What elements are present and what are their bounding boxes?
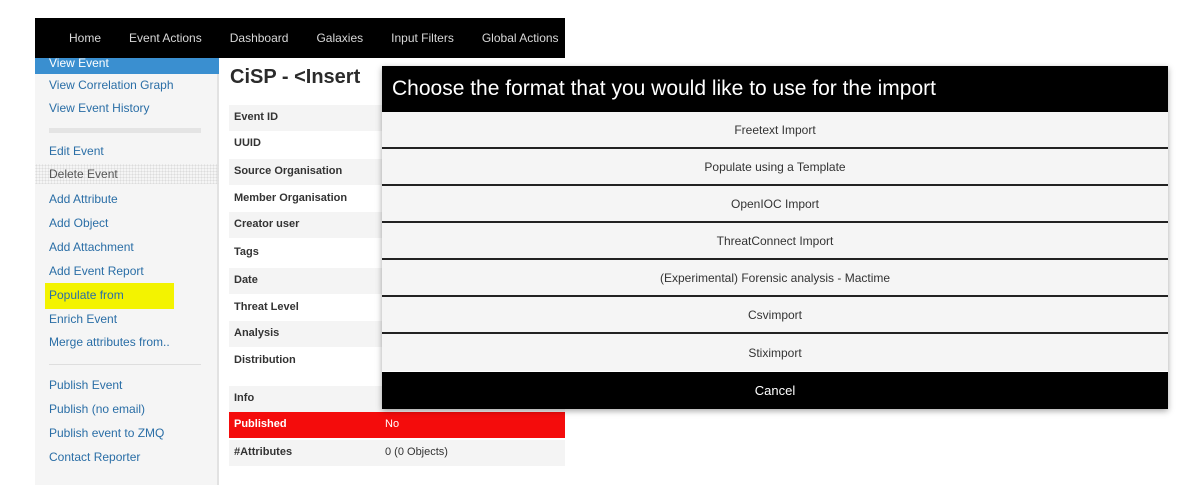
- detail-key: Published: [234, 418, 287, 430]
- detail-key: Distribution: [234, 354, 296, 366]
- option-csvimport[interactable]: Csvimport: [382, 297, 1168, 334]
- nav-home[interactable]: Home: [69, 31, 101, 45]
- option-freetext-import[interactable]: Freetext Import: [382, 112, 1168, 149]
- detail-value: 0 (0 Objects): [385, 446, 448, 458]
- top-navigation-bar: Home Event Actions Dashboard Galaxies In…: [35, 18, 565, 58]
- modal-title: Choose the format that you would like to…: [392, 77, 936, 100]
- sidebar-item-view-event[interactable]: View Event: [35, 56, 219, 74]
- nav-galaxies[interactable]: Galaxies: [316, 31, 363, 45]
- nav-dashboard[interactable]: Dashboard: [230, 31, 289, 45]
- import-format-modal: Choose the format that you would like to…: [382, 66, 1168, 409]
- sidebar-divider: [49, 128, 201, 133]
- detail-key: Creator user: [234, 218, 300, 230]
- sidebar-item-view-correlation-graph[interactable]: View Correlation Graph: [49, 78, 174, 92]
- detail-key: Source Organisation: [234, 165, 343, 177]
- sidebar-item-view-event-history[interactable]: View Event History: [49, 101, 149, 115]
- detail-key: Date: [234, 274, 258, 286]
- sidebar-item-add-event-report[interactable]: Add Event Report: [49, 264, 144, 278]
- nav-input-filters[interactable]: Input Filters: [391, 31, 454, 45]
- detail-row-attributes: #Attributes 0 (0 Objects): [229, 440, 565, 466]
- option-threatconnect-import[interactable]: ThreatConnect Import: [382, 223, 1168, 260]
- sidebar-item-label: View Event: [49, 56, 109, 70]
- sidebar-item-add-attribute[interactable]: Add Attribute: [49, 192, 118, 206]
- detail-key: Member Organisation: [234, 192, 348, 204]
- sidebar-item-delete-event[interactable]: Delete Event: [49, 167, 118, 181]
- sidebar-item-add-attachment[interactable]: Add Attachment: [49, 240, 134, 254]
- detail-row-published: Published No: [229, 412, 565, 438]
- nav-event-actions[interactable]: Event Actions: [129, 31, 202, 45]
- sidebar-item-populate-from[interactable]: Populate from: [49, 288, 124, 302]
- modal-header: Choose the format that you would like to…: [382, 66, 1168, 112]
- nav-global-actions[interactable]: Global Actions: [482, 31, 559, 45]
- sidebar-item-enrich-event[interactable]: Enrich Event: [49, 312, 117, 326]
- sidebar-item-edit-event[interactable]: Edit Event: [49, 144, 104, 158]
- option-forensic-mactime[interactable]: (Experimental) Forensic analysis - Macti…: [382, 260, 1168, 297]
- sidebar-item-add-object[interactable]: Add Object: [49, 216, 108, 230]
- detail-key: Info: [234, 392, 255, 404]
- detail-key: Analysis: [234, 327, 280, 339]
- sidebar-item-publish-event[interactable]: Publish Event: [49, 378, 122, 392]
- page-title: CiSP - <Insert: [230, 66, 361, 88]
- detail-key: Tags: [234, 246, 259, 258]
- cancel-button[interactable]: Cancel: [382, 372, 1168, 409]
- sidebar-item-publish-no-email[interactable]: Publish (no email): [49, 402, 145, 416]
- event-sidebar: View Event View Correlation Graph View E…: [35, 56, 219, 485]
- sidebar-item-publish-zmq[interactable]: Publish event to ZMQ: [49, 426, 164, 440]
- option-openioc-import[interactable]: OpenIOC Import: [382, 186, 1168, 223]
- detail-key: Threat Level: [234, 301, 299, 313]
- option-populate-template[interactable]: Populate using a Template: [382, 149, 1168, 186]
- detail-key: Event ID: [234, 111, 279, 123]
- detail-key: #Attributes: [234, 446, 293, 458]
- option-stiximport[interactable]: Stiximport: [382, 334, 1168, 371]
- sidebar-item-contact-reporter[interactable]: Contact Reporter: [49, 450, 140, 464]
- sidebar-divider: [49, 364, 201, 365]
- detail-key: UUID: [234, 137, 261, 149]
- sidebar-item-merge-attributes[interactable]: Merge attributes from..: [49, 335, 170, 349]
- detail-value: No: [385, 418, 400, 430]
